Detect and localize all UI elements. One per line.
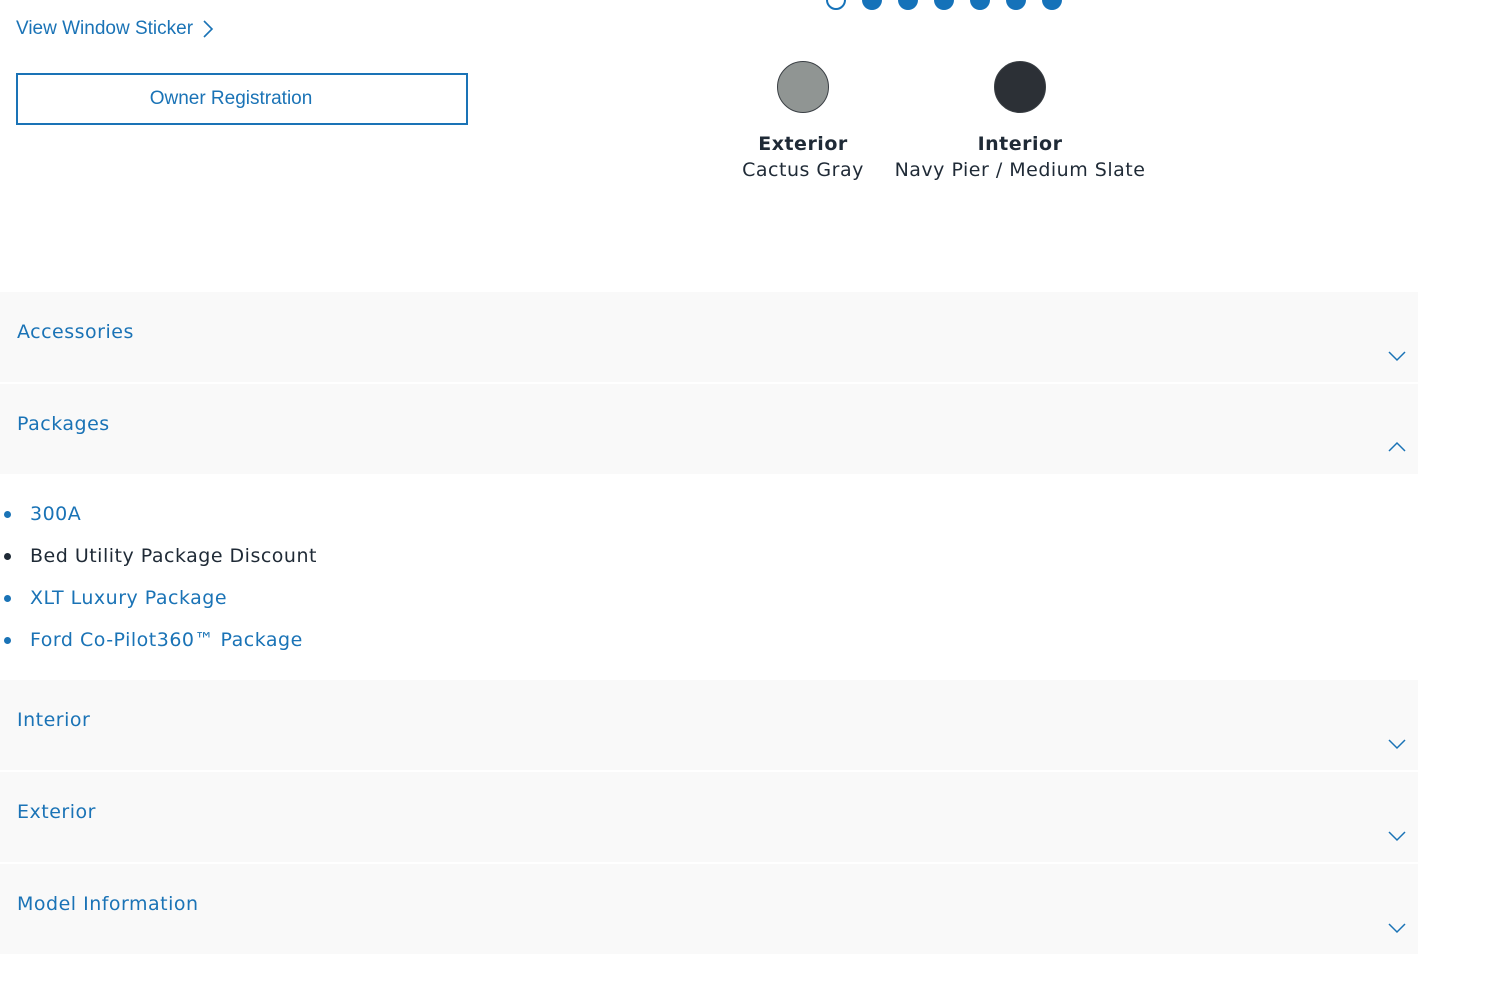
chevron-down-icon: [1388, 739, 1406, 750]
chevron-down-icon: [1388, 923, 1406, 934]
package-label: XLT Luxury Package: [30, 587, 228, 609]
accordion-model-information[interactable]: Model Information: [0, 864, 1418, 954]
interior-color-value: Navy Pier / Medium Slate: [894, 159, 1146, 181]
exterior-color: Exterior Cactus Gray: [742, 61, 864, 181]
accordion-label: Interior: [17, 709, 91, 731]
accordion-interior[interactable]: Interior: [0, 680, 1418, 770]
accordion-label: Accessories: [17, 321, 134, 343]
interior-color-title: Interior: [977, 133, 1063, 155]
view-window-sticker-label: View Window Sticker: [16, 18, 194, 39]
owner-registration-button[interactable]: Owner Registration: [16, 73, 468, 125]
bullet-icon: [4, 511, 11, 518]
package-item-co-pilot360[interactable]: Ford Co-Pilot360™ Package: [0, 619, 317, 661]
accordion-accessories[interactable]: Accessories: [0, 292, 1418, 382]
accordion-label: Model Information: [17, 893, 199, 915]
package-item-300a[interactable]: 300A: [0, 493, 317, 535]
carousel-dot-2[interactable]: [862, 0, 882, 10]
exterior-color-swatch: [777, 61, 829, 113]
package-item-xlt-luxury[interactable]: XLT Luxury Package: [0, 577, 317, 619]
package-label: Ford Co-Pilot360™ Package: [30, 629, 303, 651]
interior-color-swatch: [994, 61, 1046, 113]
chevron-down-icon: [1388, 831, 1406, 842]
accordion-packages[interactable]: Packages: [0, 384, 1418, 474]
exterior-color-value: Cactus Gray: [742, 159, 864, 181]
bullet-icon: [4, 637, 11, 644]
accordion-exterior[interactable]: Exterior: [0, 772, 1418, 862]
carousel-dot-4[interactable]: [934, 0, 954, 10]
chevron-down-icon: [1388, 351, 1406, 362]
accordion-label: Exterior: [17, 801, 96, 823]
chevron-up-icon: [1388, 441, 1406, 452]
chevron-right-icon: [203, 20, 214, 38]
carousel-dot-7[interactable]: [1042, 0, 1062, 10]
accordion-label: Packages: [17, 413, 110, 435]
package-label: Bed Utility Package Discount: [30, 545, 317, 567]
carousel-dot-5[interactable]: [970, 0, 990, 10]
carousel-dot-6[interactable]: [1006, 0, 1026, 10]
bullet-icon: [4, 553, 11, 560]
package-item-bed-utility: Bed Utility Package Discount: [0, 535, 317, 577]
exterior-color-title: Exterior: [758, 133, 848, 155]
packages-list: 300A Bed Utility Package Discount XLT Lu…: [0, 493, 317, 661]
package-label: 300A: [30, 503, 82, 525]
interior-color: Interior Navy Pier / Medium Slate: [892, 61, 1148, 181]
carousel-dot-3[interactable]: [898, 0, 918, 10]
carousel-dot-1[interactable]: [826, 0, 846, 10]
view-window-sticker-link[interactable]: View Window Sticker: [16, 18, 215, 40]
owner-registration-label: Owner Registration: [149, 88, 313, 109]
carousel-dots: [826, 0, 1062, 10]
bullet-icon: [4, 595, 11, 602]
